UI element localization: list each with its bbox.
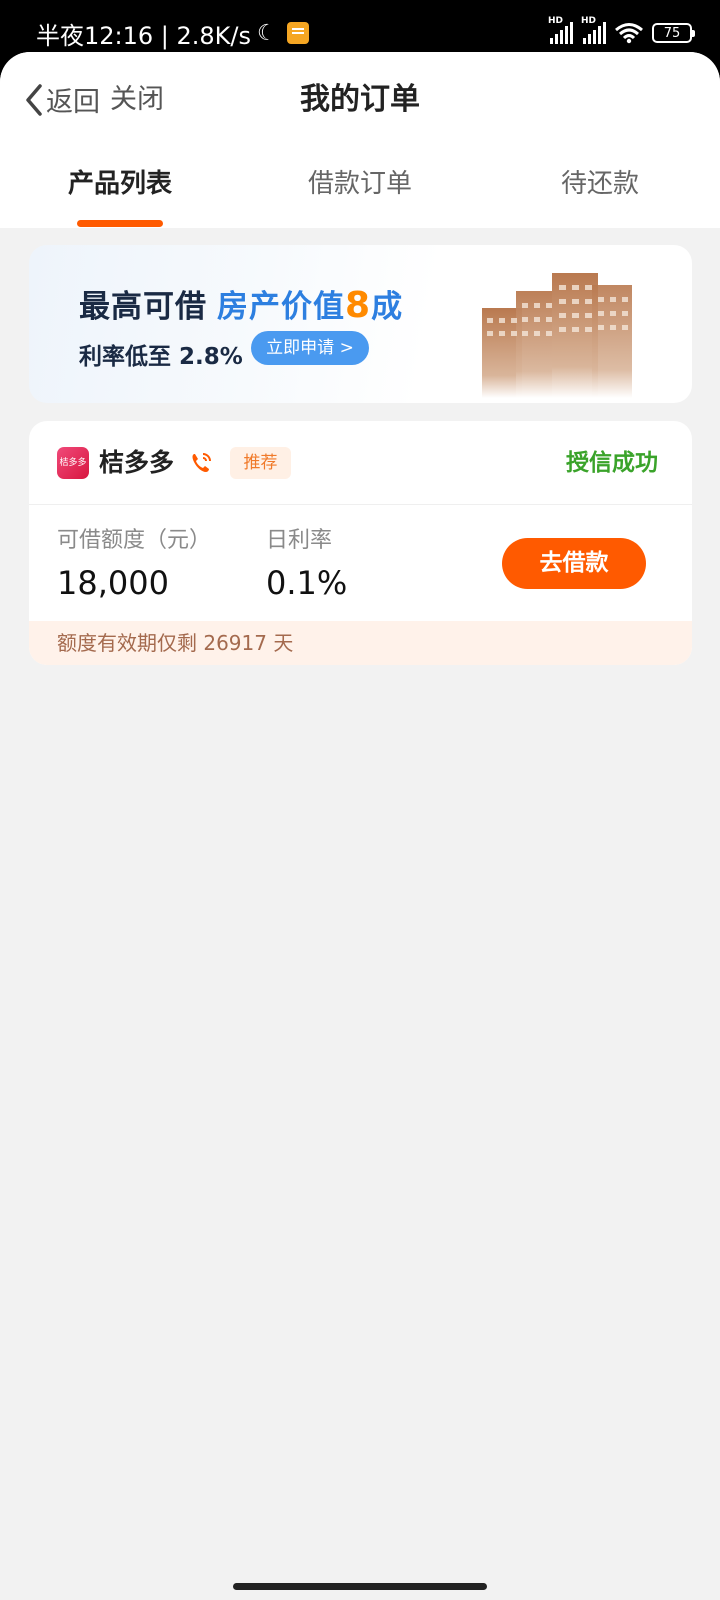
tab-product-list[interactable]: 产品列表 (20, 164, 220, 204)
status-time: 半夜12:16 | 2.8K/s (36, 21, 252, 50)
banner-headline: 最高可借 房产价值8成 (79, 281, 403, 326)
product-card: 桔多多 桔多多 推荐 授信成功 可借额度（元） 18,000 日利率 0.1% … (29, 421, 692, 665)
page-title: 我的订单 (300, 82, 420, 117)
banner-highlight-text: 房产价值 (217, 289, 345, 325)
phone-icon[interactable] (189, 451, 213, 475)
active-tab-indicator (77, 220, 163, 227)
app-logo-text: 桔多多 (59, 458, 87, 468)
tab-loan-orders[interactable]: 借款订单 (260, 164, 460, 204)
wifi-icon (615, 23, 643, 44)
rate-value: 0.1% (266, 564, 348, 602)
apply-now-button[interactable]: 立即申请 > (251, 331, 369, 365)
banner-subline: 利率低至 2.8% (79, 344, 243, 370)
promo-banner[interactable]: 最高可借 房产价值8成 利率低至 2.8% 立即申请 > (29, 245, 692, 403)
amount-label: 可借额度（元） (57, 528, 212, 553)
banner-headline-prefix: 最高可借 (79, 289, 207, 325)
banner-highlight-number: 8 (345, 285, 372, 326)
borrow-button[interactable]: 去借款 (502, 538, 646, 589)
product-card-header: 桔多多 桔多多 推荐 授信成功 (29, 421, 692, 505)
status-left: 半夜12:16 | 2.8K/s ☾ (36, 16, 309, 50)
signal-icon: HD (548, 16, 573, 44)
battery-level: 75 (663, 25, 681, 41)
home-indicator[interactable] (233, 1583, 487, 1590)
amount-value: 18,000 (57, 564, 169, 602)
app-logo: 桔多多 (57, 447, 89, 479)
building-illustration (482, 273, 632, 398)
tab-pending-repayment[interactable]: 待还款 (500, 164, 700, 204)
recommend-tag: 推荐 (230, 447, 291, 479)
banner-highlight-suffix: 成 (371, 289, 404, 325)
header: 返回 关闭 我的订单 产品列表 借款订单 待还款 (0, 52, 720, 228)
battery-icon: 75 (652, 23, 695, 43)
notification-icon (286, 22, 309, 44)
tab-bar: 产品列表 借款订单 待还款 (0, 164, 720, 228)
app-sheet: 返回 关闭 我的订单 产品列表 借款订单 待还款 最高可借 房产价值8成 利率低至… (0, 52, 720, 1600)
moon-icon: ☾ (257, 20, 277, 46)
rate-label: 日利率 (266, 528, 333, 553)
product-name: 桔多多 (99, 448, 175, 477)
status-right: HD HD 75 (548, 16, 695, 48)
credit-status: 授信成功 (566, 450, 658, 476)
validity-notice: 额度有效期仅剩 26917 天 (29, 621, 692, 665)
signal-icon: HD (581, 16, 606, 44)
banner-headline-highlight: 房产价值8成 (217, 285, 404, 326)
